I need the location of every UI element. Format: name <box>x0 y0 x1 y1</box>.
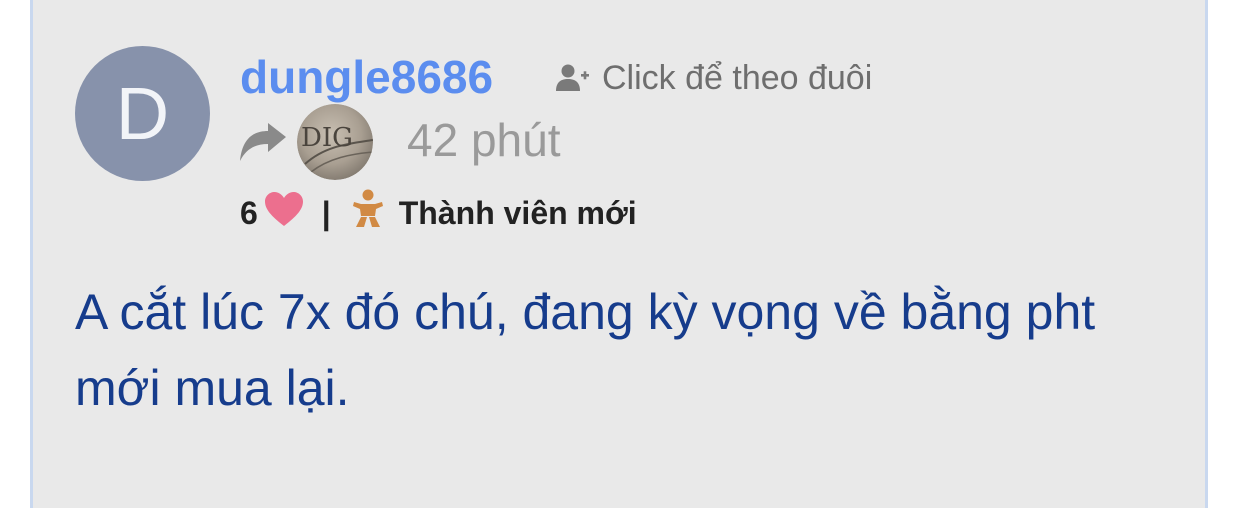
stats-separator: | <box>321 194 331 231</box>
baby-icon <box>351 189 385 237</box>
shared-avatar-text: DIG <box>301 123 353 153</box>
share-arrow-icon[interactable] <box>238 122 288 162</box>
like-count: 6 <box>240 194 258 231</box>
rank-label: Thành viên mới <box>398 194 637 231</box>
comment-body: A cắt lúc 7x đó chú, đang kỳ vọng về bằn… <box>75 284 1096 416</box>
user-stats: 6 | Thành viên mới <box>240 189 637 237</box>
comment-card: D dungle8686 Click để theo đuôi DIG 42 p… <box>30 0 1208 508</box>
shared-user-avatar[interactable]: DIG <box>297 104 373 180</box>
user-avatar[interactable]: D <box>75 46 210 181</box>
avatar-letter: D <box>115 72 170 155</box>
follow-button[interactable]: Click để theo đuôi <box>556 58 872 98</box>
follow-label: Click để theo đuôi <box>602 58 873 97</box>
username-link[interactable]: dungle8686 <box>240 50 493 104</box>
heart-icon <box>264 191 304 235</box>
add-user-icon <box>556 63 590 93</box>
post-time: 42 phút <box>407 114 561 166</box>
